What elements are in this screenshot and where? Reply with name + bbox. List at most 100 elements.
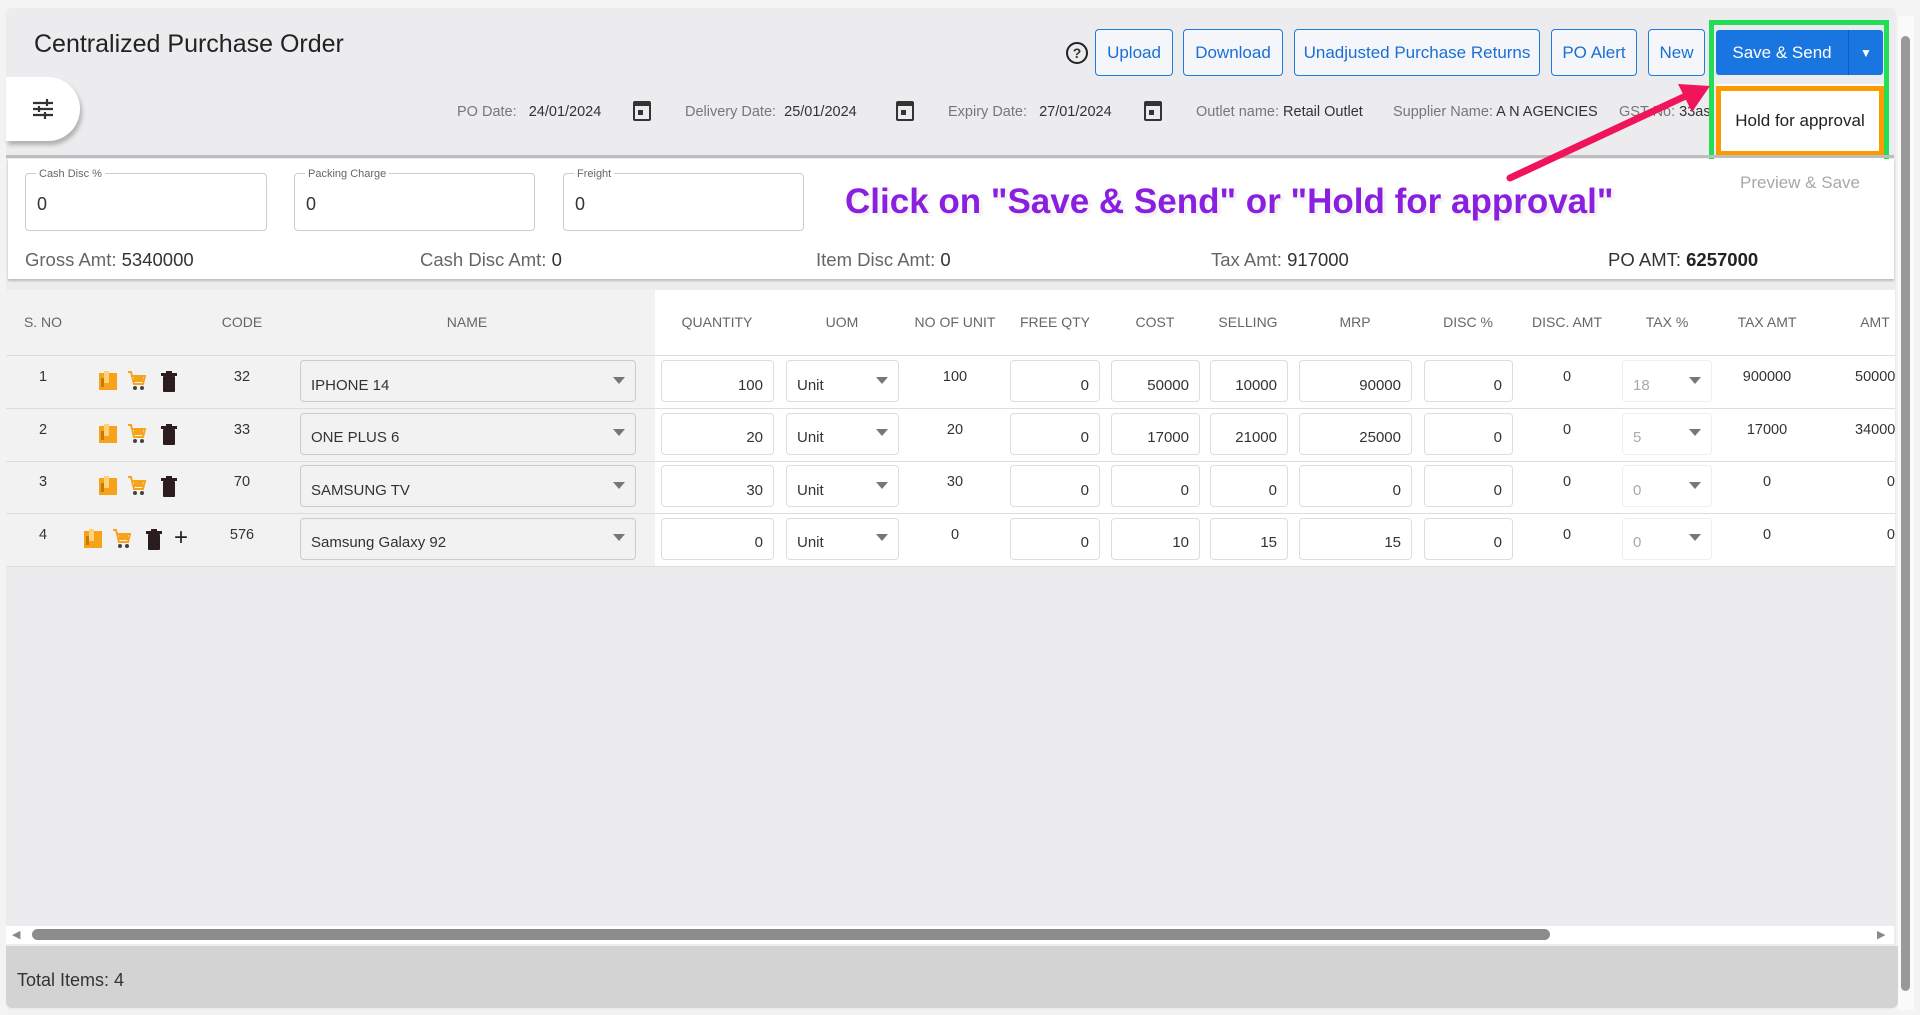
- sliders-icon: [33, 99, 53, 119]
- item-code: 33: [233, 421, 251, 438]
- item-name: SAMSUNG TV: [311, 481, 410, 499]
- item-name-select[interactable]: Samsung Galaxy 92: [300, 517, 636, 560]
- mrp-input[interactable]: 90000: [1299, 360, 1412, 402]
- column-header: FREE QTY: [1019, 314, 1091, 330]
- item-name-select[interactable]: ONE PLUS 6: [300, 412, 636, 455]
- free-qty-input[interactable]: 0: [1010, 465, 1100, 507]
- selling-input[interactable]: 15: [1210, 517, 1288, 560]
- upload-button[interactable]: Upload: [1095, 29, 1173, 76]
- quantity-input[interactable]: 100: [661, 360, 774, 402]
- item-name-select[interactable]: IPHONE 14: [300, 360, 636, 402]
- add-row-icon[interactable]: +: [174, 524, 194, 551]
- cart-icon[interactable]: [127, 370, 147, 392]
- selling-input[interactable]: 10000: [1210, 360, 1288, 402]
- trash-icon[interactable]: [146, 528, 166, 551]
- uom-select[interactable]: Unit: [786, 412, 899, 455]
- outlet-name: Outlet name: Retail Outlet: [1196, 104, 1363, 120]
- po-amount: PO AMT: 6257000: [1608, 249, 1759, 270]
- no-of-unit: 20: [946, 421, 964, 438]
- packing-charge-field[interactable]: Packing Charge 0: [294, 168, 535, 231]
- tax-amount: Tax Amt: 917000: [1211, 249, 1349, 270]
- cost-input[interactable]: 10: [1111, 517, 1200, 560]
- item-name: IPHONE 14: [311, 376, 390, 394]
- cart-icon[interactable]: [127, 475, 147, 497]
- disc-percent-input[interactable]: 0: [1424, 517, 1513, 560]
- calendar-icon[interactable]: [633, 101, 651, 121]
- new-button[interactable]: New: [1648, 29, 1705, 76]
- filter-toggle-button[interactable]: [6, 77, 80, 141]
- tax-select[interactable]: 0: [1622, 517, 1712, 560]
- help-icon[interactable]: ?: [1066, 42, 1088, 64]
- mrp-input[interactable]: 25000: [1299, 412, 1412, 455]
- dropdown-arrow-icon: [876, 534, 888, 541]
- expiry-date: Expiry Date: 27/01/2024: [948, 104, 1112, 120]
- uom-value: Unit: [797, 481, 824, 499]
- free-qty-input[interactable]: 0: [1010, 412, 1100, 455]
- save-send-button[interactable]: Save & Send: [1716, 30, 1849, 75]
- uom-select[interactable]: Unit: [786, 360, 899, 402]
- tax-select[interactable]: 5: [1622, 412, 1712, 455]
- item-name: ONE PLUS 6: [311, 429, 400, 446]
- trash-icon[interactable]: [161, 371, 181, 393]
- disc-percent-input[interactable]: 0: [1424, 465, 1513, 507]
- cart-icon[interactable]: [127, 423, 147, 445]
- free-qty-input[interactable]: 0: [1010, 360, 1100, 402]
- cash-disc-field[interactable]: Cash Disc % 0: [25, 168, 267, 231]
- tax-amount: 900000: [1742, 369, 1792, 385]
- barcode-box-icon[interactable]: [83, 528, 103, 550]
- calendar-icon[interactable]: [896, 101, 914, 121]
- cost-input[interactable]: 0: [1111, 465, 1200, 507]
- barcode-box-icon[interactable]: [98, 475, 118, 497]
- item-name-select[interactable]: SAMSUNG TV: [300, 465, 636, 507]
- disc-amount: 0: [1562, 474, 1572, 490]
- freight-field[interactable]: Freight 0: [563, 168, 804, 231]
- row-divider: [6, 408, 1895, 409]
- barcode-box-icon[interactable]: [98, 423, 118, 445]
- scroll-left-icon[interactable]: ◀: [12, 928, 20, 941]
- trash-icon[interactable]: [161, 476, 181, 498]
- po-alert-button[interactable]: PO Alert: [1551, 29, 1637, 76]
- barcode-box-icon[interactable]: [98, 370, 118, 392]
- amount: 34000: [1855, 421, 1895, 438]
- uom-value: Unit: [797, 534, 824, 551]
- unadjusted-purchase-returns-button[interactable]: Unadjusted Purchase Returns: [1294, 29, 1540, 76]
- tax-select[interactable]: 18: [1622, 360, 1712, 402]
- uom-value: Unit: [797, 376, 824, 394]
- tax-select[interactable]: 0: [1622, 465, 1712, 507]
- quantity-input[interactable]: 0: [661, 517, 774, 560]
- cart-icon[interactable]: [112, 528, 132, 550]
- menu-item-hold-for-approval[interactable]: Hold for approval: [1716, 86, 1884, 156]
- cost-input[interactable]: 17000: [1111, 412, 1200, 455]
- quantity-input[interactable]: 20: [661, 412, 774, 455]
- selling-input[interactable]: 21000: [1210, 412, 1288, 455]
- column-header: S. NO: [23, 314, 63, 330]
- cash-disc-amount: Cash Disc Amt: 0: [420, 249, 562, 270]
- disc-percent-input[interactable]: 0: [1424, 412, 1513, 455]
- chevron-down-icon[interactable]: ▼: [1849, 30, 1883, 75]
- uom-select[interactable]: Unit: [786, 517, 899, 560]
- calendar-icon[interactable]: [1144, 101, 1162, 121]
- selling-input[interactable]: 0: [1210, 465, 1288, 507]
- no-of-unit: 0: [950, 526, 960, 543]
- mrp-input[interactable]: 15: [1299, 517, 1412, 560]
- item-code: 576: [229, 526, 255, 543]
- horizontal-scroll-thumb[interactable]: [32, 929, 1550, 940]
- trash-icon[interactable]: [161, 423, 181, 446]
- cost-input[interactable]: 50000: [1111, 360, 1200, 402]
- vertical-scroll-thumb[interactable]: [1901, 36, 1910, 991]
- uom-select[interactable]: Unit: [786, 465, 899, 507]
- disc-percent-input[interactable]: 0: [1424, 360, 1513, 402]
- column-header: CODE: [221, 314, 263, 330]
- row-number: 4: [38, 526, 48, 543]
- footer-bar: [6, 946, 1898, 1008]
- quantity-input[interactable]: 30: [661, 465, 774, 507]
- row-divider: [6, 513, 1895, 514]
- scroll-right-icon[interactable]: ▶: [1877, 928, 1885, 941]
- menu-item-preview-save[interactable]: Preview & Save: [1716, 166, 1884, 200]
- mrp-input[interactable]: 0: [1299, 465, 1412, 507]
- free-qty-input[interactable]: 0: [1010, 517, 1100, 560]
- download-button[interactable]: Download: [1183, 29, 1283, 76]
- amount: 0: [1886, 526, 1895, 543]
- gst-number: GST No: 33as: [1619, 104, 1709, 120]
- column-header: MRP: [1339, 314, 1371, 330]
